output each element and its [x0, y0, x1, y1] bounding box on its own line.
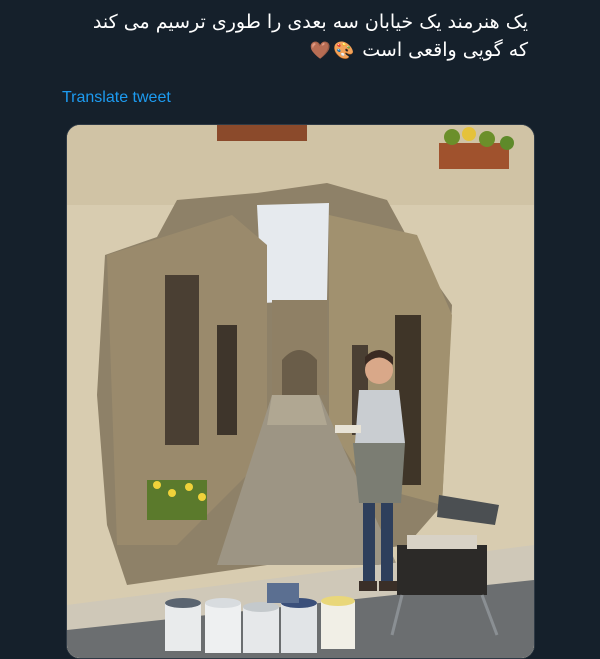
palette-emoji-icon: 🎨 [333, 41, 355, 61]
tweet-media-image[interactable] [66, 124, 535, 659]
tweet-container: یک هنرمند یک خیابان سه بعدی را طوری ترسی… [0, 0, 600, 659]
tweet-text-line-2: که گویی واقعی است [362, 39, 528, 61]
heart-emoji-icon: 🤎 [309, 41, 332, 61]
street-mural-photo [67, 125, 534, 658]
tweet-text-line-1: یک هنرمند یک خیابان سه بعدی را طوری ترسی… [92, 11, 528, 33]
tweet-text-line-2-wrap: که گویی واقعی است 🎨🤎 [58, 36, 528, 65]
tweet-text: یک هنرمند یک خیابان سه بعدی را طوری ترسی… [58, 8, 528, 65]
translate-tweet-link[interactable]: Translate tweet [62, 89, 171, 107]
